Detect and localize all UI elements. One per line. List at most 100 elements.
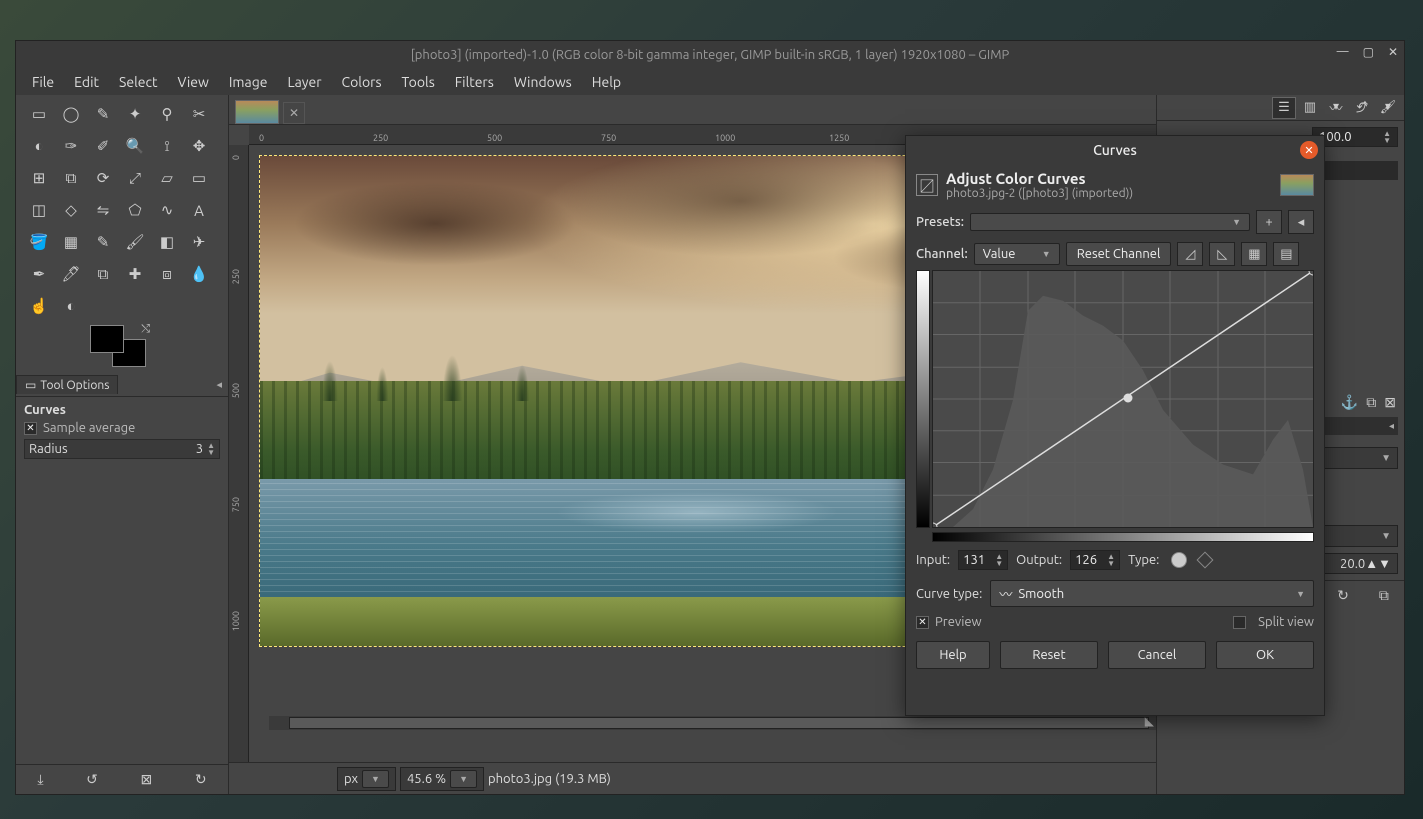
minimize-button[interactable]: — (1337, 45, 1349, 59)
point-type-smooth[interactable] (1171, 552, 1187, 568)
tool-paintbrush[interactable]: 🖌 (122, 229, 148, 255)
tool-fuzzy-select[interactable]: ✦ (122, 101, 148, 127)
tool-paths[interactable]: ✑ (58, 133, 84, 159)
hist-input-button[interactable]: ▦ (1241, 242, 1267, 266)
sample-average-checkbox[interactable]: ✕ (24, 422, 37, 435)
anchor-icon[interactable]: ⚓ (1341, 394, 1358, 411)
delete-layer-icon[interactable]: ⊠ (1384, 394, 1396, 411)
tool-ellipse-select[interactable]: ◯ (58, 101, 84, 127)
linear-hist-button[interactable]: ◿ (1177, 242, 1203, 266)
tool-clone[interactable]: ⧉ (90, 261, 116, 287)
tool-warp[interactable]: ∿ (154, 197, 180, 223)
maximize-button[interactable]: ▢ (1363, 45, 1374, 59)
tool-zoom[interactable]: 🔍 (122, 133, 148, 159)
close-button[interactable]: ✕ (1388, 45, 1398, 59)
tool-unified[interactable]: ◫ (26, 197, 52, 223)
radius-spinner[interactable]: ▲▼ (207, 442, 215, 456)
tool-text[interactable]: A (186, 197, 212, 223)
tool-mypaint[interactable]: 🖊 (58, 261, 84, 287)
tab-menu2-icon[interactable]: ▾ (1378, 97, 1398, 115)
tool-rotate[interactable]: ⟳ (90, 165, 116, 191)
help-button[interactable]: Help (916, 641, 990, 669)
tool-bucket[interactable]: 🪣 (26, 229, 52, 255)
preset-menu-button[interactable]: ◂ (1288, 210, 1314, 234)
menu-tools[interactable]: Tools (392, 71, 445, 93)
menu-windows[interactable]: Windows (504, 71, 582, 93)
tool-pencil[interactable]: ✎ (90, 229, 116, 255)
tool-move[interactable]: ✥ (186, 133, 212, 159)
menu-filters[interactable]: Filters (445, 71, 504, 93)
radius-field[interactable]: Radius 3 ▲▼ (24, 439, 220, 459)
curve-type-dropdown[interactable]: 〰Smooth▼ (990, 580, 1314, 607)
curves-close-button[interactable]: ✕ (1300, 141, 1318, 159)
tool-eraser[interactable]: ◧ (154, 229, 180, 255)
tool-perspective[interactable]: ▭ (186, 165, 212, 191)
point-type-corner[interactable] (1197, 552, 1214, 569)
tool-color-picker[interactable]: ✐ (90, 133, 116, 159)
swap-colors-icon[interactable]: ⤭ (141, 323, 150, 336)
tool-airbrush[interactable]: ✈ (186, 229, 212, 255)
add-preset-button[interactable]: + (1256, 210, 1282, 234)
menu-colors[interactable]: Colors (332, 71, 392, 93)
preview-checkbox[interactable]: ✕ (916, 616, 929, 629)
tool-by-color[interactable]: ⚲ (154, 101, 180, 127)
image-tab-close[interactable]: ✕ (283, 102, 305, 124)
tool-crop[interactable]: ⧉ (58, 165, 84, 191)
hist-output-button[interactable]: ▤ (1273, 242, 1299, 266)
tool-blur[interactable]: 💧 (186, 261, 212, 287)
channel-dropdown[interactable]: Value▼ (974, 243, 1060, 265)
reset-button[interactable]: Reset (1000, 641, 1098, 669)
split-view-checkbox[interactable] (1233, 616, 1246, 629)
log-hist-button[interactable]: ◺ (1209, 242, 1235, 266)
detach-icon[interactable]: ⤴ (1352, 97, 1372, 115)
color-swatches[interactable]: ⤭ (90, 325, 146, 369)
restore-options-icon[interactable]: ↺ (86, 771, 98, 788)
menu-file[interactable]: File (22, 71, 64, 93)
tab-menu-icon[interactable]: ▾ (1326, 97, 1346, 115)
save-options-icon[interactable]: ⤓ (37, 771, 43, 788)
tool-align[interactable]: ⊞ (26, 165, 52, 191)
tool-heal[interactable]: ✚ (122, 261, 148, 287)
presets-dropdown[interactable]: ▼ (970, 213, 1250, 231)
tool-scissors[interactable]: ✂ (186, 101, 212, 127)
tool-ink[interactable]: ✒ (26, 261, 52, 287)
tool-cage[interactable]: ⬠ (122, 197, 148, 223)
tool-foreground[interactable]: ◐ (26, 133, 52, 159)
ruler-vertical[interactable]: 0 250 500 750 1000 (229, 145, 249, 762)
tool-free-select[interactable]: ✎ (90, 101, 116, 127)
channels-tab-icon[interactable]: ▥ (1298, 97, 1322, 119)
open-as-image-icon[interactable]: ⧉ (1379, 587, 1389, 604)
fg-color[interactable] (90, 325, 124, 353)
delete-options-icon[interactable]: ⊠ (141, 771, 153, 788)
menu-select[interactable]: Select (109, 71, 167, 93)
configure-tab-icon[interactable]: ◂ (216, 378, 222, 391)
cancel-button[interactable]: Cancel (1108, 641, 1206, 669)
tool-perspective-clone[interactable]: ⧈ (154, 261, 180, 287)
refresh-brush-icon[interactable]: ↻ (1337, 587, 1349, 604)
menu-edit[interactable]: Edit (64, 71, 109, 93)
menu-image[interactable]: Image (219, 71, 278, 93)
output-field[interactable]: 126 ▲▼ (1070, 550, 1120, 570)
tool-options-tab[interactable]: ▭ Tool Options (16, 375, 118, 394)
menu-help[interactable]: Help (582, 71, 631, 93)
menu-layer[interactable]: Layer (277, 71, 331, 93)
curves-titlebar[interactable]: Curves ✕ (906, 136, 1324, 164)
tool-scale[interactable]: ⤢ (122, 165, 148, 191)
duplicate-layer-icon[interactable]: ⧉ (1366, 394, 1376, 411)
image-tab-thumbnail[interactable] (235, 100, 279, 124)
input-field[interactable]: 131 ▲▼ (958, 550, 1008, 570)
tool-rect-select[interactable]: ▭ (26, 101, 52, 127)
menu-view[interactable]: View (167, 71, 218, 93)
tool-gradient[interactable]: ▦ (58, 229, 84, 255)
tool-flip[interactable]: ⇋ (90, 197, 116, 223)
reset-channel-button[interactable]: Reset Channel (1066, 242, 1172, 266)
unit-selector[interactable]: px▼ (337, 767, 396, 791)
layers-tab-icon[interactable]: ☰ (1272, 97, 1296, 119)
curve-graph[interactable] (932, 270, 1314, 528)
tool-handle[interactable]: ◇ (58, 197, 84, 223)
tool-shear[interactable]: ▱ (154, 165, 180, 191)
ok-button[interactable]: OK (1216, 641, 1314, 669)
reset-options-icon[interactable]: ↻ (195, 771, 207, 788)
scrollbar-horizontal[interactable] (269, 716, 1156, 730)
tool-dodge[interactable]: ◐ (58, 293, 84, 319)
